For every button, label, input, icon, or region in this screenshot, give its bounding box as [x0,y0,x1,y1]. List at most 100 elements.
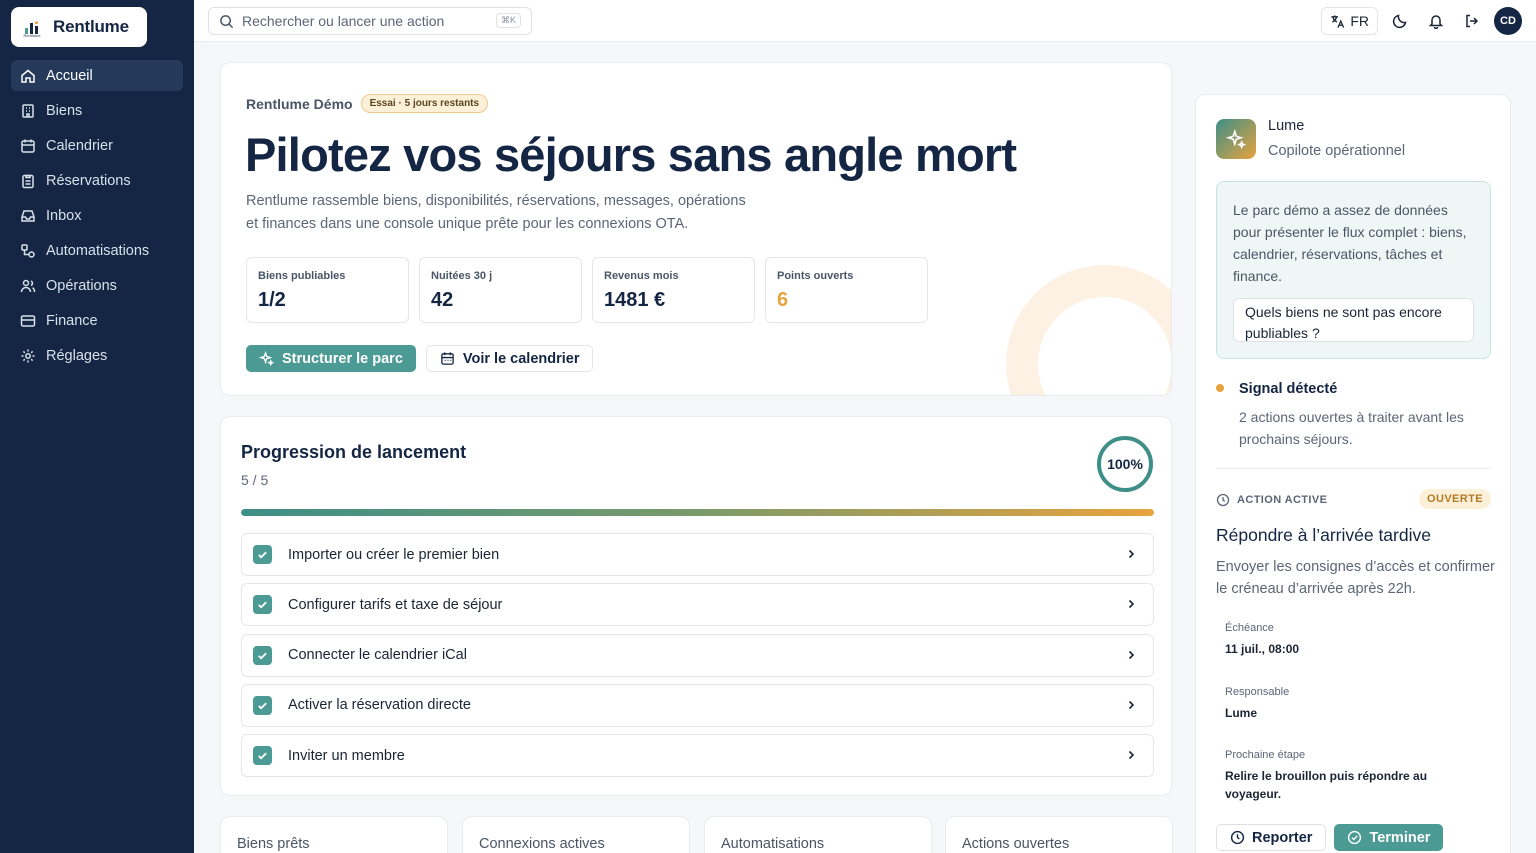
gear-icon [21,349,35,362]
search-input[interactable]: Rechercher ou lancer une action ⌘K [208,7,532,35]
sidebar-item-label: Finance [46,312,98,329]
launch-step[interactable]: Inviter un membre [241,734,1154,778]
step-label: Activer la réservation directe [288,697,471,714]
finish-button[interactable]: Terminer [1334,824,1444,851]
sidebar-item-inbox[interactable]: Inbox [11,200,183,231]
sidebar-item-label: Calendrier [46,137,113,154]
chevron-right-icon [1128,650,1135,659]
chevron-right-icon [1128,751,1135,760]
step-label: Connecter le calendrier iCal [288,647,467,664]
sidebar-item-finance[interactable]: Finance [11,305,183,336]
owner-label: Responsable [1225,686,1290,698]
logo-mark-icon: Rentlume [20,16,44,38]
stat-label: Biens publiables [258,270,346,282]
launch-step[interactable]: Importer ou créer le premier bien [241,533,1154,576]
progress-bar [241,509,1154,516]
sidebar-item-label: Automatisations [46,242,150,259]
sparkles-icon [1216,119,1256,159]
logout-button[interactable] [1458,7,1486,35]
sidebar-item-label: Réglages [46,347,108,364]
button-label: Structurer le parc [282,350,403,367]
language-label: FR [1350,13,1369,29]
hero-description-line: Rentlume rassemble biens, disponibilités… [246,193,746,209]
sidebar-item-label: Opérations [46,277,117,294]
translate-icon [1331,14,1345,28]
launch-step[interactable]: Configurer tarifs et taxe de séjour [241,583,1154,627]
topbar: Rechercher ou lancer une action ⌘K FR CD [194,0,1536,42]
check-icon [253,695,272,715]
sidebar: Rentlume Rentlume Accueil Biens Calendri… [0,0,194,853]
theme-toggle[interactable] [1386,7,1414,35]
view-calendar-button[interactable]: Voir le calendrier [425,345,594,372]
copilot-message: Le parc démo a assez de données pour pré… [1233,202,1467,284]
credit-card-icon [20,314,36,327]
sidebar-item-label: Réservations [46,172,131,189]
clipboard-icon [22,174,34,188]
avatar[interactable]: CD [1494,7,1522,35]
launch-step[interactable]: Connecter le calendrier iCal [241,633,1154,677]
due-value: 11 juil., 08:00 [1225,642,1300,656]
step-label: Inviter un membre [288,747,405,764]
clock-icon [1230,830,1245,845]
chevron-right-icon [1128,600,1135,609]
users-icon [20,279,36,292]
sidebar-item-calendrier[interactable]: Calendrier [11,130,183,161]
status-badge: OUVERTE [1419,489,1491,509]
launch-steps: Importer ou créer le premier bien Config… [241,533,1154,784]
summary-card-biens-prets[interactable]: Biens prêts [220,816,448,853]
progress-bar-fill [241,509,1154,516]
launch-progress-card: Progression de lancement 5 / 5 100% Impo… [220,416,1172,796]
clock-icon [1216,493,1230,507]
sidebar-item-reservations[interactable]: Réservations [11,165,183,196]
search-shortcut: ⌘K [495,13,521,28]
progress-count: 5 / 5 [241,472,269,488]
summary-card-automatisations[interactable]: Automatisations [704,816,932,853]
signal-title: Signal détecté [1239,381,1338,397]
copilot-role: Copilote opérationnel [1268,143,1406,159]
search-placeholder: Rechercher ou lancer une action [242,13,445,29]
sidebar-item-reglages[interactable]: Réglages [11,340,183,371]
inbox-icon [21,209,35,222]
structure-park-button[interactable]: Structurer le parc [246,345,416,372]
sidebar-item-automatisations[interactable]: Automatisations [11,235,183,266]
stat-card-points-ouverts: Points ouverts 6 [765,257,928,323]
page-title: Pilotez vos séjours sans angle mort [245,128,1017,181]
summary-card-actions-ouvertes[interactable]: Actions ouvertes [945,816,1173,853]
next-step-label: Prochaine étape [1225,749,1306,761]
sidebar-item-operations[interactable]: Opérations [11,270,183,301]
active-action-label: ACTION ACTIVE [1237,494,1328,506]
stat-label: Nuitées 30 j [431,270,493,282]
hero-description: Rentlume rassemble biens, disponibilités… [246,190,786,236]
sidebar-item-accueil[interactable]: Accueil [11,60,183,91]
summary-card-connexions[interactable]: Connexions actives [462,816,690,853]
hero-description-line: et finances dans une console unique prêt… [246,216,689,232]
postpone-button[interactable]: Reporter [1216,824,1327,851]
check-icon [253,746,272,766]
launch-step[interactable]: Activer la réservation directe [241,683,1154,727]
language-button[interactable]: FR [1321,7,1378,35]
signal-text: 2 actions ouvertes à traiter avant les p… [1239,409,1464,447]
stat-label: Points ouverts [777,270,854,282]
button-label: Terminer [1369,829,1431,846]
next-step-value: Relire le brouillon puis répondre au voy… [1225,769,1428,801]
stat-card-nuitees: Nuitées 30 j 42 [419,257,582,323]
button-label: Voir le calendrier [462,350,580,367]
sidebar-nav: Accueil Biens Calendrier Réservations In… [11,60,183,375]
active-action-header: ACTION ACTIVE OUVERTE [1216,489,1491,511]
stat-card-revenus: Revenus mois 1481 € [592,257,755,323]
calendar-icon [441,352,454,365]
brand-logo[interactable]: Rentlume Rentlume [11,7,147,47]
suggested-question-button[interactable]: Quels biens ne sont pas encore publiable… [1233,298,1474,342]
divider [1216,468,1491,469]
workflow-icon [21,243,35,258]
sidebar-item-biens[interactable]: Biens [11,95,183,126]
notifications-button[interactable] [1422,7,1450,35]
organization-name: Rentlume Démo [246,95,353,112]
stat-value: 1/2 [258,289,286,311]
action-description: Envoyer les consignes d’accès et confirm… [1216,559,1495,597]
logout-icon [1466,14,1479,28]
sparkles-icon [259,351,274,366]
action-title: Répondre à l’arrivée tardive [1216,525,1431,545]
stat-value: 6 [777,289,789,311]
due-label: Échéance [1225,622,1274,634]
